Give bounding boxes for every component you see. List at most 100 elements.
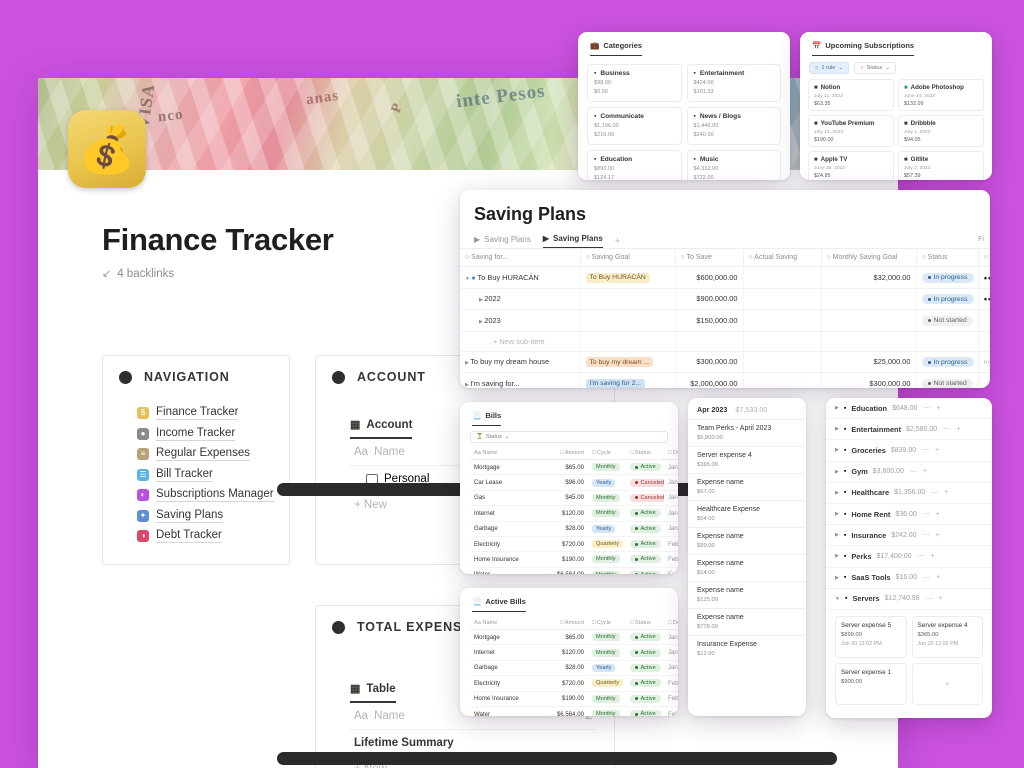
sidebar-item-bill-tracker[interactable]: ☰ Bill Tracker [137, 468, 289, 482]
table-row[interactable]: Electricity $720.00 Quarterly Active Feb [470, 675, 678, 692]
disclosure-triangle-icon[interactable]: ▶ [835, 447, 839, 453]
category-row-insurance[interactable]: ▶ ▪ Insurance $242.00 ⋯ + [826, 525, 992, 547]
category-cell[interactable]: ▪ Entertainment $424.00 $101.33 [686, 64, 781, 102]
sidebar-item-saving-plans[interactable]: ✦ Saving Plans [137, 509, 289, 523]
expense-item[interactable]: Expense name $778.00 [688, 608, 806, 635]
category-row-home-rent[interactable]: ▶ ▪ Home Rent $36.00 ⋯ + [826, 504, 992, 526]
expense-item[interactable]: Expense name $125.00 [688, 581, 806, 608]
subscription-cell[interactable]: ■ Notion July 11, 2023 $63.35 [808, 79, 894, 111]
expenses-group-header[interactable]: Apr 2023 $7,533.00 [688, 398, 806, 419]
more-options-icon[interactable]: ⋯ [923, 531, 930, 539]
table-row[interactable]: Home Insurance $190.00 Monthly Active Feb [470, 691, 678, 707]
server-expense-cell[interactable]: Server expense 5 $899.00 Jun 20 12:02 PM [835, 615, 907, 658]
add-server-expense-button[interactable]: + [911, 662, 983, 705]
table-row[interactable]: ▼ ● To Buy HURACÁN To Buy HURACÁN $600,000… [460, 266, 990, 289]
column-header-actual-saving[interactable]: ○ Actual Saving [743, 248, 822, 267]
disclosure-triangle-icon[interactable]: ▶ [835, 490, 839, 496]
expense-item[interactable]: Insurance Expense $12.00 [688, 635, 806, 662]
table-row[interactable]: Mortgage $65.00 Monthly Active Jan [470, 629, 678, 646]
table-row[interactable]: Car Lease $96.00 Yearly Canceled Jan [470, 474, 678, 491]
category-row-servers[interactable]: ▼ ▪ Servers $12,740.98 ⋯ + [826, 589, 992, 610]
table-row[interactable]: Electricity $720.00 Quarterly Active Feb [470, 536, 678, 553]
subscription-cell[interactable]: ■ Dribbble July 1, 2023 $94.05 [898, 115, 984, 147]
more-options-icon[interactable]: ⋯ [922, 446, 929, 454]
server-expense-cell[interactable]: Server expense 1 $900.00 [835, 662, 907, 705]
add-icon[interactable]: + [944, 489, 948, 496]
table-row[interactable]: Home Insurance $190.00 Monthly Active Feb [470, 551, 678, 568]
disclosure-triangle-icon[interactable]: ▶ [835, 426, 839, 432]
saving-plans-filter-label[interactable]: Fi [978, 236, 984, 243]
subscription-filter-1-rule[interactable]: ○ 1 rule ⌄ [809, 62, 850, 74]
column-header-saving-goal[interactable]: ○ Saving Goal [580, 248, 676, 267]
table-row[interactable]: Garbage $28.00 Yearly Active Jan [470, 521, 678, 537]
server-expense-cell[interactable]: Server expense 4 $365.00 Jun 20 12:02 PM [911, 615, 983, 658]
expense-item[interactable]: Server expense 4 $365.00 [688, 446, 806, 473]
table-row[interactable]: Water$6,564.00MonthlyActiveFeb [470, 567, 678, 574]
category-cell[interactable]: ▪ News / Blogs $1,440.00 $240.00 [686, 107, 781, 145]
add-icon[interactable]: + [936, 405, 940, 412]
tab-table[interactable]: ▦ Table [350, 682, 396, 703]
tab-saving-plans-1[interactable]: ▶ Saving Plans [474, 235, 531, 248]
table-row[interactable]: ▶ To buy my dream house To buy my dream .… [460, 351, 990, 373]
more-options-icon[interactable]: ⋯ [926, 595, 933, 603]
active-bills-column-header-amount[interactable]: □ Amount [544, 617, 588, 630]
category-cell[interactable]: ▪ Education $893.00 $124.17 [587, 150, 682, 180]
subscription-cell[interactable]: ■ Adobe Photoshop June 24, 2023 $132.09 [898, 79, 984, 111]
bills-column-header-date[interactable]: □ Date [664, 447, 678, 460]
tab-saving-plans-2[interactable]: ▶ Saving Plans [542, 234, 603, 248]
add-icon[interactable]: + [939, 595, 943, 602]
category-row-entertainment[interactable]: ▶ ▪ Entertainment $2,580.00 ⋯ + [826, 419, 992, 441]
sidebar-item-debt-tracker[interactable]: ◑ Debt Tracker [137, 529, 289, 543]
more-options-icon[interactable]: ⋯ [923, 574, 930, 582]
category-cell[interactable]: ▪ Business $98.00 $0.00 [587, 64, 682, 102]
more-options-icon[interactable]: ⋯ [918, 552, 925, 560]
category-row-saas-tools[interactable]: ▶ ▪ SaaS Tools $16.00 ⋯ + [826, 568, 992, 589]
subscription-cell[interactable]: ■ Gitlite July 3, 2023 $57.39 [898, 151, 984, 180]
disclosure-triangle-icon[interactable]: ▶ [835, 511, 839, 517]
category-row-gym[interactable]: ▶ ▪ Gym $3,600.00 ⋯ + [826, 462, 992, 483]
table-row[interactable]: Garbage $28.00 Yearly Active Jan [470, 660, 678, 677]
category-row-perks[interactable]: ▶ ▪ Perks $17,400.00 ⋯ + [826, 546, 992, 568]
tab-account[interactable]: ▦ Account [350, 418, 413, 439]
more-options-icon[interactable]: ⋯ [923, 510, 930, 518]
add-icon[interactable]: + [956, 426, 960, 433]
active-bills-column-header-name[interactable]: Aa Name [470, 617, 544, 630]
column-header-progress-auto[interactable]: ○ Progress (Auto) [978, 248, 990, 267]
add-icon[interactable]: + [936, 511, 940, 518]
subscription-filter-status[interactable]: ○ Status ⌄ [854, 62, 897, 74]
sidebar-item-subscriptions-manager[interactable]: ◐ Subscriptions Manager [137, 488, 289, 502]
category-row-healthcare[interactable]: ▶ ▪ Healthcare $1,356.00 ⋯ + [826, 483, 992, 504]
more-options-icon[interactable]: ⋯ [923, 404, 930, 412]
table-row[interactable]: Gas $45.00 Monthly Canceled Jan [470, 490, 678, 507]
bills-column-header-amount[interactable]: □ Amount [544, 447, 588, 460]
new-sub-item-row[interactable]: + New sub-item [460, 331, 990, 352]
expense-item[interactable]: Team Perks - April 2023 $5,800.00 [688, 419, 806, 446]
column-header-to-save[interactable]: ○ To Save [675, 248, 744, 267]
category-cell[interactable]: ▪ Music $4,332.00 $722.00 [686, 150, 781, 180]
table-row[interactable]: ▶ 2022 $900,000.00 In progress ●●●●●○○○○○ 5… [460, 288, 990, 310]
add-icon[interactable]: + [931, 553, 935, 560]
more-options-icon[interactable]: ⋯ [943, 425, 950, 433]
tab-bills[interactable]: 📃 Bills [472, 411, 502, 426]
column-header-saving-for[interactable]: ○ Saving for... [460, 248, 581, 267]
active-bills-column-header-date[interactable]: □ Date [664, 617, 678, 630]
bills-column-header-status[interactable]: □ Status [626, 447, 664, 460]
category-cell[interactable]: ▪ Communicate $1,196.00 $216.00 [587, 107, 682, 145]
disclosure-triangle-icon[interactable]: ▶ [835, 405, 839, 411]
add-icon[interactable]: + [923, 468, 927, 475]
expense-item[interactable]: Expense name $14.00 [688, 554, 806, 581]
active-bills-column-header-cycle[interactable]: □ Cycle [588, 617, 626, 630]
column-header-monthly-saving-goal[interactable]: ○ Monthly Saving Goal [821, 248, 917, 267]
subscription-cell[interactable]: ■ Apple TV June 29, 2023 $24.95 [808, 151, 894, 180]
bills-column-header-cycle[interactable]: □ Cycle [588, 447, 626, 460]
active-bills-column-header-status[interactable]: □ Status [626, 617, 664, 630]
disclosure-triangle-icon[interactable]: ▶ [835, 575, 839, 581]
add-tab-button[interactable]: + [615, 236, 620, 246]
disclosure-triangle-icon[interactable]: ▶ [835, 532, 839, 538]
tab-upcoming-subscriptions[interactable]: 📅 Upcoming Subscriptions [812, 41, 915, 56]
disclosure-triangle-icon[interactable]: ▼ [835, 596, 840, 602]
table-row[interactable]: ▶ I'm saving for... I'm saving for 2... $2… [460, 372, 990, 388]
table-row[interactable]: Internet $120.00 Monthly Active Jan [470, 644, 678, 661]
table-row[interactable]: Internet $120.00 Monthly Active Jan [470, 505, 678, 522]
bills-status-filter[interactable]: ⏳ Status ⌄ [470, 431, 668, 443]
